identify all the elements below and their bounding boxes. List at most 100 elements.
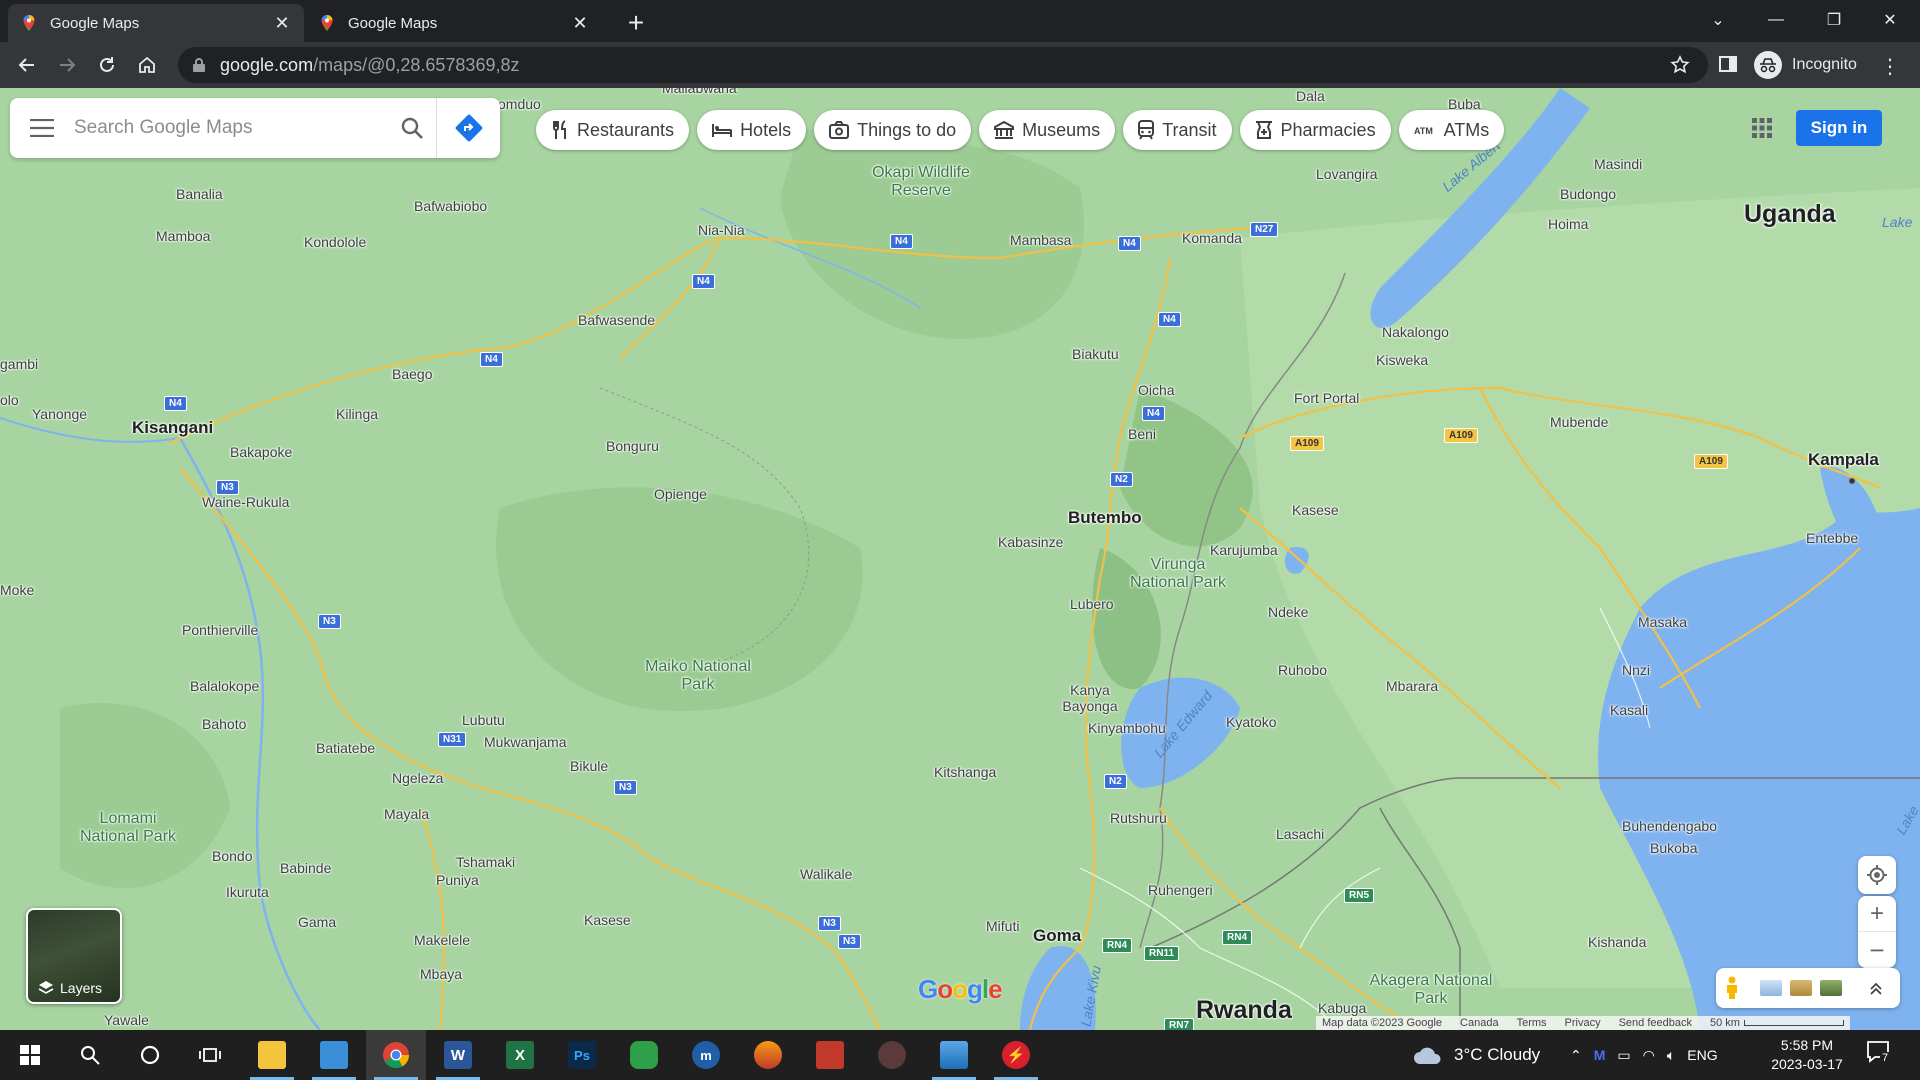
chip-pharmacies[interactable]: Pharmacies — [1239, 110, 1391, 150]
photos-button[interactable] — [924, 1030, 984, 1080]
place-label[interactable]: Mamboa — [156, 228, 210, 244]
place-label[interactable]: Mbarara — [1386, 678, 1438, 694]
minimize-button[interactable]: — — [1748, 0, 1804, 40]
app-button-bolt[interactable]: ⚡ — [986, 1030, 1046, 1080]
place-label[interactable]: Goma — [1033, 926, 1081, 946]
place-label[interactable]: Tshamaki — [456, 854, 515, 870]
place-label[interactable]: Entebbe — [1806, 530, 1858, 546]
place-label[interactable]: Oicha — [1138, 382, 1175, 398]
place-label[interactable]: Mubende — [1550, 414, 1608, 430]
place-label[interactable]: Lasachi — [1276, 826, 1324, 842]
place-label[interactable]: Buhendengabo — [1622, 818, 1717, 834]
place-label[interactable]: Kinyambohu — [1088, 720, 1166, 736]
place-label[interactable]: Bafwabiobo — [414, 198, 487, 214]
app-button-media[interactable] — [862, 1030, 922, 1080]
place-label[interactable]: Kanya Bayonga — [1050, 682, 1130, 714]
place-label[interactable]: Yawale — [104, 1012, 149, 1028]
place-label[interactable]: Makelele — [414, 932, 470, 948]
imagery-thumb[interactable] — [1820, 980, 1842, 996]
place-label[interactable]: Kabuga — [1318, 1000, 1366, 1016]
place-label[interactable]: Nakalongo — [1382, 324, 1449, 340]
sign-in-button[interactable]: Sign in — [1796, 110, 1882, 146]
imagery-thumb[interactable] — [1790, 980, 1812, 996]
more-menu-icon[interactable]: ⋮ — [1880, 54, 1900, 79]
send-feedback-link[interactable]: Send feedback — [1619, 1017, 1692, 1029]
weather-widget[interactable]: 3°C Cloudy — [1412, 1030, 1540, 1080]
directions-button[interactable] — [436, 98, 500, 158]
place-label[interactable]: Kyatoko — [1226, 714, 1277, 730]
app-button-mu[interactable]: m — [676, 1030, 736, 1080]
place-label[interactable]: Bakapoke — [230, 444, 292, 460]
search-button[interactable] — [388, 98, 436, 158]
file-explorer-button[interactable] — [242, 1030, 302, 1080]
place-label[interactable]: olo — [0, 392, 19, 408]
google-apps-button[interactable] — [1742, 108, 1782, 148]
place-label[interactable]: Lubutu — [462, 712, 505, 728]
place-label[interactable]: Fort Portal — [1294, 390, 1359, 406]
place-label[interactable]: Kasese — [1292, 502, 1339, 518]
lake-label[interactable]: Lake — [1882, 214, 1912, 230]
zoom-out-button[interactable]: − — [1858, 932, 1896, 968]
place-label[interactable]: Ikuruta — [226, 884, 269, 900]
place-label[interactable]: Nnzi — [1622, 662, 1650, 678]
chrome-button[interactable] — [366, 1030, 426, 1080]
close-tab-icon[interactable]: ✕ — [570, 13, 590, 33]
place-label[interactable]: Rwanda — [1196, 996, 1292, 1025]
place-label[interactable]: Gama — [298, 914, 336, 930]
place-label[interactable]: Ponthierville — [182, 622, 258, 638]
forward-button[interactable] — [50, 48, 84, 82]
expand-up-icon[interactable] — [1868, 980, 1884, 996]
place-label[interactable]: Bahoto — [202, 716, 246, 732]
close-window-button[interactable]: ✕ — [1862, 0, 1918, 40]
app-button-orange[interactable] — [738, 1030, 798, 1080]
app-button-red[interactable] — [800, 1030, 860, 1080]
place-label[interactable]: Banalia — [176, 186, 223, 202]
scale-bar[interactable]: 50 km — [1710, 1017, 1844, 1029]
place-label[interactable]: Bikule — [570, 758, 608, 774]
new-tab-button[interactable]: + — [620, 8, 652, 40]
place-label[interactable]: Bonguru — [606, 438, 659, 454]
tray-chevron-icon[interactable]: ⌃ — [1570, 1047, 1582, 1064]
place-label[interactable]: Kisweka — [1376, 352, 1428, 368]
place-label[interactable]: Kasese — [584, 912, 631, 928]
maximize-button[interactable]: ❐ — [1806, 0, 1862, 40]
place-label[interactable]: Masaka — [1638, 614, 1687, 630]
place-label[interactable]: Bukoba — [1650, 840, 1697, 856]
lock-icon[interactable] — [192, 57, 206, 73]
place-label[interactable]: Rutshuru — [1110, 810, 1167, 826]
home-button[interactable] — [130, 48, 164, 82]
bookmark-star-icon[interactable] — [1670, 55, 1690, 75]
app-button-green-bot[interactable] — [614, 1030, 674, 1080]
back-button[interactable] — [10, 48, 44, 82]
place-label[interactable]: Balalokope — [190, 678, 259, 694]
place-label[interactable]: Ruhengeri — [1148, 882, 1213, 898]
park-label[interactable]: Maiko National Park — [638, 658, 758, 694]
place-label[interactable]: Mayala — [384, 806, 429, 822]
place-label[interactable]: Mukwanjama — [484, 734, 566, 750]
place-label[interactable]: Moke — [0, 582, 34, 598]
place-label[interactable]: Opienge — [654, 486, 707, 502]
park-label[interactable]: Akagera National Park — [1366, 972, 1496, 1008]
place-label[interactable]: omduo — [498, 96, 541, 112]
place-label[interactable]: Kasali — [1610, 702, 1648, 718]
place-label[interactable]: Budongo — [1560, 186, 1616, 202]
tab-search-chevron-icon[interactable]: ⌄ — [1690, 0, 1746, 40]
place-label[interactable]: Biakutu — [1072, 346, 1119, 362]
place-label[interactable]: Ngeleza — [392, 770, 443, 786]
reload-button[interactable] — [90, 48, 124, 82]
zoom-in-button[interactable]: + — [1858, 896, 1896, 932]
task-view-button[interactable] — [180, 1030, 240, 1080]
place-label[interactable]: gambi — [0, 356, 38, 372]
place-label[interactable]: Babinde — [280, 860, 331, 876]
place-label[interactable]: Butembo — [1068, 508, 1142, 528]
pegman-icon[interactable] — [1724, 976, 1740, 1000]
wifi-icon[interactable]: ◠ — [1643, 1047, 1655, 1064]
place-label[interactable]: Kisangani — [132, 418, 213, 438]
place-label[interactable]: Maliabwana — [662, 88, 737, 96]
map-canvas[interactable]: Uganda Rwanda Kampala Kisangani Butembo … — [0, 88, 1920, 1030]
taskbar-search-button[interactable] — [60, 1030, 120, 1080]
close-tab-icon[interactable]: ✕ — [272, 13, 292, 33]
tab-google-maps-2[interactable]: Google Maps ✕ — [306, 4, 602, 42]
side-panel-icon[interactable] — [1718, 54, 1738, 74]
place-label[interactable]: Kilinga — [336, 406, 378, 422]
